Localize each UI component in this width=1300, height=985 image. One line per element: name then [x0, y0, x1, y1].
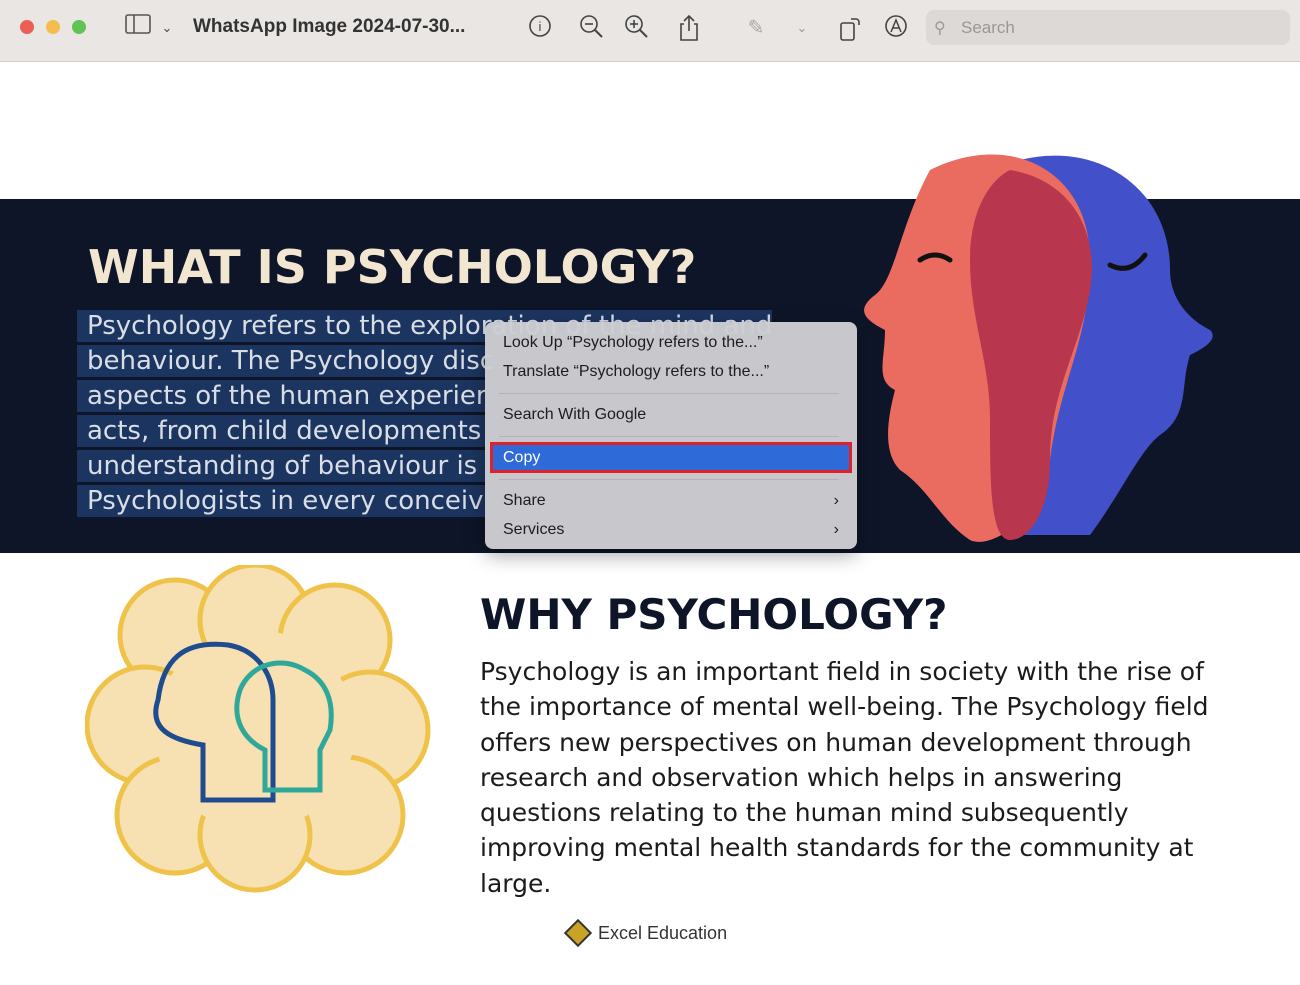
selected-text-line[interactable]: aspects of the human experier: [77, 380, 497, 412]
zoom-out-icon[interactable]: [578, 14, 606, 42]
menu-item-share[interactable]: Share ›: [503, 489, 839, 513]
menu-item-look-up[interactable]: Look Up “Psychology refers to the...”: [503, 331, 839, 355]
close-button[interactable]: [20, 20, 34, 34]
menu-separator: [499, 393, 839, 394]
excel-education-logo: Excel Education: [562, 917, 727, 949]
svg-text:i: i: [539, 19, 542, 34]
info-icon[interactable]: i: [526, 14, 554, 42]
share-icon[interactable]: [675, 14, 703, 42]
window-title: WhatsApp Image 2024-07-30...: [193, 16, 466, 37]
chevron-down-icon[interactable]: ⌄: [788, 14, 816, 42]
markup-pen-icon[interactable]: ✎: [742, 14, 770, 42]
menu-item-search-with-google[interactable]: Search With Google: [503, 403, 839, 427]
heading-what-is-psychology: WHAT IS PSYCHOLOGY?: [88, 240, 697, 294]
rotate-icon[interactable]: [836, 14, 864, 42]
search-icon: ⚲: [934, 20, 946, 37]
menu-item-translate[interactable]: Translate “Psychology refers to the...”: [503, 360, 839, 384]
chevron-right-icon: ›: [833, 492, 839, 509]
selected-text-line[interactable]: understanding of behaviour is: [77, 450, 497, 482]
sidebar-icon[interactable]: [124, 14, 152, 42]
selected-text-line[interactable]: behaviour. The Psychology disc: [77, 345, 497, 377]
zoom-in-icon[interactable]: [623, 14, 651, 42]
markup-icon[interactable]: [882, 14, 910, 42]
diamond-logo-icon: [563, 918, 593, 948]
logo-text: Excel Education: [598, 922, 728, 943]
search-input[interactable]: Search: [926, 10, 1290, 45]
zoom-button[interactable]: [72, 20, 86, 34]
toolbar: ⌄ WhatsApp Image 2024-07-30... i ✎ ⌄ Sea…: [0, 0, 1300, 62]
selected-text-line[interactable]: Psychologists in every conceiv: [77, 485, 497, 517]
menu-separator: [499, 436, 839, 437]
minimize-button[interactable]: [46, 20, 60, 34]
why-psychology-paragraph: Psychology is an important field in soci…: [480, 657, 1209, 898]
selected-text-line[interactable]: acts, from child developments: [77, 415, 497, 447]
menu-item-services[interactable]: Services ›: [503, 518, 839, 542]
menu-separator: [499, 479, 839, 480]
brain-heads-illustration: [85, 565, 431, 893]
heading-why-psychology: WHY PSYCHOLOGY?: [480, 590, 948, 639]
share-label: Share: [503, 492, 546, 509]
services-label: Services: [503, 521, 565, 538]
context-menu: Look Up “Psychology refers to the...” Tr…: [485, 322, 857, 549]
two-faces-illustration: [864, 154, 1213, 542]
menu-item-copy[interactable]: Copy: [490, 442, 852, 473]
chevron-down-icon[interactable]: ⌄: [153, 14, 181, 42]
chevron-right-icon: ›: [833, 521, 839, 538]
